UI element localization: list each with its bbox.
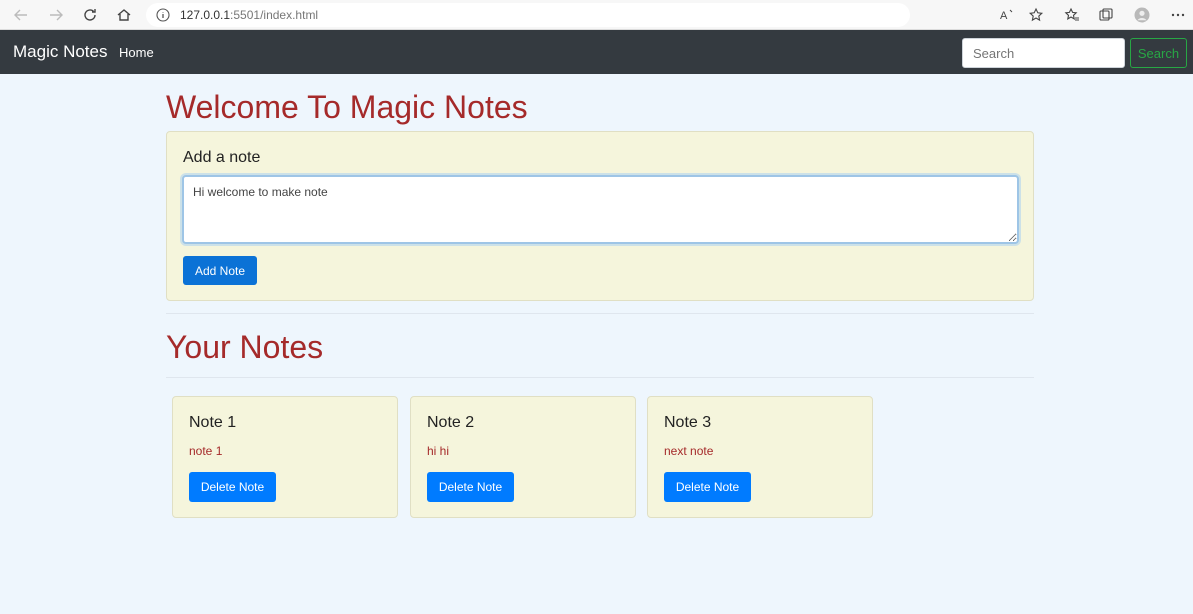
divider — [166, 377, 1034, 378]
favorites-icon[interactable] — [1060, 3, 1084, 27]
delete-note-button[interactable]: Delete Note — [189, 472, 276, 502]
browser-toolbar: 127.0.0.1:5501/index.html A — [0, 0, 1193, 30]
note-textarea[interactable]: Hi welcome to make note — [182, 175, 1019, 244]
navbar-brand[interactable]: Magic Notes — [13, 42, 107, 62]
read-aloud-icon[interactable]: A — [995, 3, 1019, 27]
forward-arrow-icon[interactable] — [44, 3, 68, 27]
profile-avatar-icon[interactable] — [1130, 3, 1154, 27]
reload-icon[interactable] — [78, 3, 102, 27]
delete-note-button[interactable]: Delete Note — [664, 472, 751, 502]
note-title: Note 3 — [664, 414, 712, 431]
note-text: hi hi — [427, 444, 450, 458]
address-bar[interactable]: 127.0.0.1:5501/index.html — [146, 3, 910, 27]
add-note-button[interactable]: Add Note — [183, 256, 257, 285]
url-host: 127.0.0.1 — [180, 8, 231, 22]
note-card: Note 2 hi hi Delete Note — [410, 396, 636, 518]
nav-link-home[interactable]: Home — [119, 45, 154, 60]
notes-heading: Your Notes — [166, 329, 324, 365]
back-arrow-icon[interactable] — [9, 3, 33, 27]
url-text: 127.0.0.1:5501/index.html — [180, 8, 318, 22]
delete-note-button[interactable]: Delete Note — [427, 472, 514, 502]
note-text: note 1 — [189, 444, 223, 458]
note-title: Note 2 — [427, 414, 475, 431]
page-title: Welcome To Magic Notes — [166, 89, 528, 125]
search-button[interactable]: Search — [1130, 38, 1187, 68]
note-text: next note — [664, 444, 714, 458]
add-note-title: Add a note — [183, 149, 261, 166]
note-card: Note 3 next note Delete Note — [647, 396, 873, 518]
add-note-card: Add a note Hi welcome to make note Add N… — [166, 131, 1034, 301]
svg-text:A: A — [1000, 10, 1008, 22]
divider — [166, 313, 1034, 314]
more-menu-icon[interactable] — [1166, 3, 1190, 27]
site-info-icon[interactable] — [156, 8, 170, 22]
navbar: Magic Notes Home Search — [0, 30, 1193, 74]
collections-icon[interactable] — [1094, 3, 1118, 27]
note-card: Note 1 note 1 Delete Note — [172, 396, 398, 518]
home-icon[interactable] — [112, 3, 136, 27]
search-input[interactable] — [962, 38, 1125, 68]
url-path: :5501/index.html — [230, 8, 319, 22]
favorite-add-icon[interactable] — [1024, 3, 1048, 27]
note-title: Note 1 — [189, 414, 237, 431]
